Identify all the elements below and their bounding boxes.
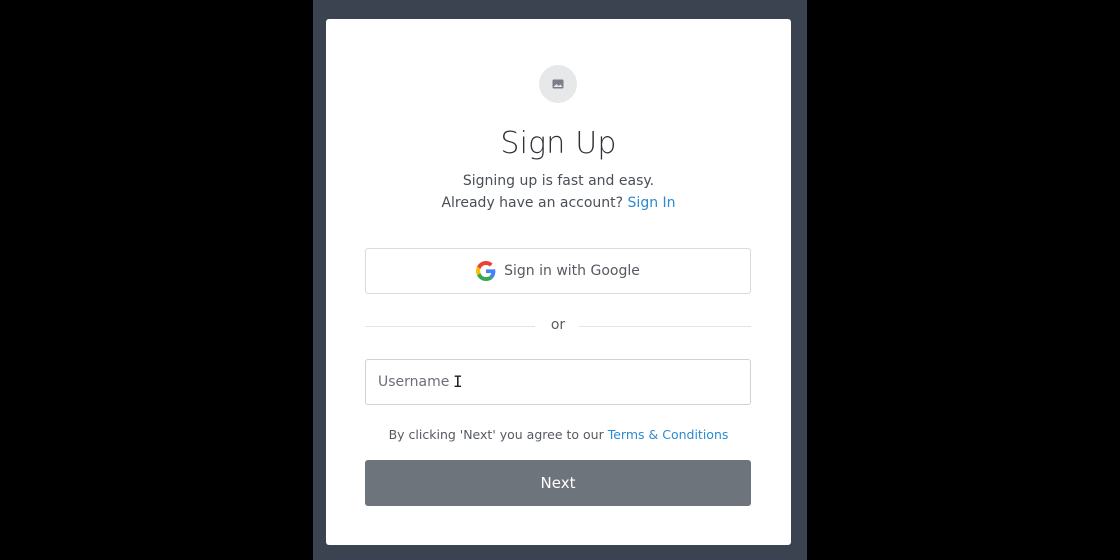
divider-line-right — [579, 326, 751, 327]
subtitle: Signing up is fast and easy. — [462, 173, 655, 189]
google-button-label: Sign in with Google — [504, 263, 640, 279]
signup-card: Sign Up Signing up is fast and easy. Alr… — [326, 19, 791, 545]
username-input[interactable] — [365, 359, 751, 405]
text-cursor-icon: I — [453, 372, 463, 391]
sign-in-link[interactable]: Sign In — [628, 195, 676, 211]
account-prompt: Already have an account? — [441, 195, 624, 211]
terms-notice: By clicking 'Next' you agree to our Term… — [326, 427, 791, 442]
next-button[interactable]: Next — [365, 460, 751, 506]
google-logo-icon — [476, 261, 496, 281]
or-divider: or — [365, 317, 751, 335]
google-sign-in-button[interactable]: Sign in with Google — [365, 248, 751, 294]
page-title: Sign Up — [500, 126, 617, 161]
terms-link[interactable]: Terms & Conditions — [608, 427, 729, 442]
image-placeholder-icon — [539, 65, 577, 103]
terms-prefix: By clicking 'Next' you agree to our — [388, 427, 604, 442]
account-prompt-line: Already have an account? Sign In — [326, 195, 791, 211]
divider-text: or — [550, 317, 566, 333]
